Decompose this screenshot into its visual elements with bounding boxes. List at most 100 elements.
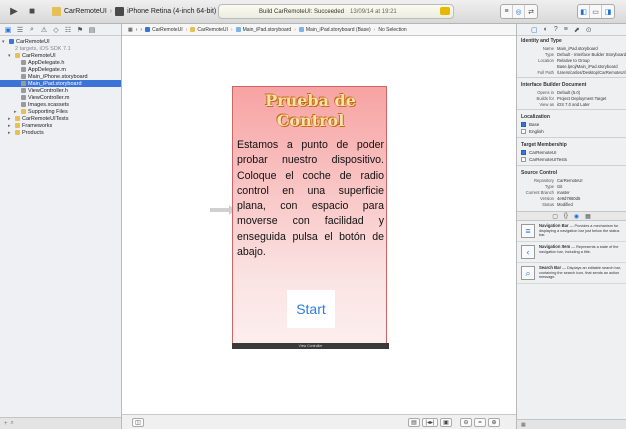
- library-item[interactable]: ‹ Navigation Item — Represents a state of…: [517, 242, 626, 263]
- log-navigator-tab[interactable]: ▤: [88, 26, 96, 34]
- forward-icon[interactable]: ›: [140, 27, 142, 33]
- library-item[interactable]: ⌕ Search Bar — Displays an editable searc…: [517, 263, 626, 284]
- storyboard-canvas[interactable]: Prueba de Control Estamos a punto de pod…: [122, 36, 516, 414]
- disclosure-triangle-icon[interactable]: ▾: [8, 53, 13, 59]
- standard-editor-button[interactable]: ≡: [501, 5, 513, 18]
- tree-item[interactable]: Main_iPhone.storyboard: [0, 73, 121, 80]
- object-library-tab[interactable]: ◉: [574, 213, 579, 220]
- filter-icon[interactable]: ⌕: [11, 420, 14, 427]
- media-library-tab[interactable]: ▦: [585, 213, 591, 220]
- disclosure-triangle-icon[interactable]: ▸: [8, 130, 13, 136]
- property-value[interactable]: Git: [557, 184, 626, 189]
- checkbox[interactable]: [521, 129, 526, 134]
- property-value[interactable]: Base.lproj/Main_iPad.storyboard: [557, 64, 626, 69]
- property-value[interactable]: Project Deployment Target: [557, 96, 626, 101]
- property-value[interactable]: Modified: [557, 202, 626, 207]
- checkbox[interactable]: [521, 157, 526, 162]
- property-value[interactable]: iOS 7.0 and Later: [557, 102, 626, 107]
- zoom-fit-button[interactable]: =: [474, 418, 486, 427]
- checkbox-row[interactable]: CarRemoteUI: [517, 149, 626, 156]
- code-snippet-library-tab[interactable]: {}: [564, 213, 568, 219]
- property-value[interactable]: Default - Interface Builder Storyboard: [557, 52, 626, 57]
- scene-title-label[interactable]: Prueba de Control: [233, 91, 388, 131]
- breadcrumb-item[interactable]: Main_iPad.storyboard (Base): [298, 27, 371, 33]
- zoom-out-button[interactable]: ⊖: [460, 418, 472, 427]
- property-value[interactable]: /Users/carlos/Desktop/CarRemoteUI/CarRem…: [557, 70, 626, 75]
- document-outline-toggle[interactable]: ◫: [132, 418, 144, 427]
- back-icon[interactable]: ‹: [136, 27, 138, 33]
- stop-icon[interactable]: ■: [26, 5, 38, 18]
- property-value[interactable]: CarRemoteUI: [557, 178, 626, 183]
- checkbox-row[interactable]: Base: [517, 121, 626, 128]
- related-items-icon[interactable]: ▦: [128, 27, 133, 33]
- property-value[interactable]: Relative to Group: [557, 58, 626, 63]
- connections-inspector-tab[interactable]: ⊙: [586, 26, 592, 34]
- scene-dock[interactable]: View Controller: [232, 343, 389, 349]
- debug-navigator-tab[interactable]: ☷: [64, 26, 72, 34]
- identity-inspector-tab[interactable]: ?: [554, 26, 558, 33]
- tree-item[interactable]: ViewController.h: [0, 87, 121, 94]
- toggle-navigator-button[interactable]: ◧: [578, 5, 590, 18]
- tree-item[interactable]: ▾ CarRemoteUI: [0, 38, 121, 45]
- warning-icon[interactable]: [440, 7, 450, 15]
- breadcrumb-item[interactable]: CarRemoteUI: [190, 27, 228, 33]
- resolve-layout-button[interactable]: |◂▸|: [422, 418, 438, 427]
- tree-item[interactable]: Images.xcassets: [0, 101, 121, 108]
- checkbox-row[interactable]: English: [517, 128, 626, 135]
- tree-item-label: Frameworks: [22, 122, 53, 129]
- version-editor-button[interactable]: ⇄: [525, 5, 537, 18]
- pin-button[interactable]: ▣: [440, 418, 452, 427]
- run-icon[interactable]: ▶: [8, 5, 20, 18]
- tree-item[interactable]: ▸ Frameworks: [0, 122, 121, 129]
- test-navigator-tab[interactable]: ◇: [52, 26, 60, 34]
- view-controller-scene[interactable]: Prueba de Control Estamos a punto de pod…: [232, 86, 389, 349]
- library-filter-bar: ▦: [517, 419, 626, 429]
- checkbox-row[interactable]: CarRemoteUITests: [517, 156, 626, 163]
- tree-item[interactable]: ▸ Products: [0, 129, 121, 136]
- tree-item[interactable]: AppDelegate.m: [0, 66, 121, 73]
- tree-item[interactable]: Main_iPad.storyboard: [0, 80, 121, 87]
- library-item[interactable]: ≡ Navigation Bar — Provides a mechanism f…: [517, 221, 626, 242]
- library-item-icon: ⌕: [521, 266, 535, 280]
- tree-item[interactable]: ▾ CarRemoteUI: [0, 52, 121, 59]
- size-inspector-tab[interactable]: ⬈: [574, 26, 580, 34]
- disclosure-triangle-icon[interactable]: ▸: [14, 109, 19, 115]
- breadcrumb-item[interactable]: No Selection: [378, 27, 406, 33]
- tree-item[interactable]: AppDelegate.h: [0, 59, 121, 66]
- assistant-editor-button[interactable]: ◎: [513, 5, 525, 18]
- entry-point-arrow[interactable]: [210, 205, 235, 215]
- tree-item[interactable]: 2 targets, iOS SDK 7.1: [0, 45, 121, 52]
- quick-help-tab[interactable]: ◐: [544, 26, 548, 33]
- scene-body-label[interactable]: Estamos a punto de poder probar nuestro …: [237, 138, 384, 260]
- toggle-debug-button[interactable]: ▭: [590, 5, 602, 18]
- project-navigator-tab[interactable]: ▣: [4, 26, 12, 34]
- property-value[interactable]: Main_iPad.storyboard: [557, 46, 626, 51]
- tree-item[interactable]: ▸ Supporting Files: [0, 108, 121, 115]
- symbol-navigator-tab[interactable]: ☰: [16, 26, 24, 34]
- tree-item[interactable]: ViewController.m: [0, 94, 121, 101]
- file-template-library-tab[interactable]: ▢: [552, 213, 558, 220]
- property-value[interactable]: Default (5.0): [557, 90, 626, 95]
- issue-navigator-tab[interactable]: ⚠: [40, 26, 48, 34]
- tree-item[interactable]: ▸ CarRemoteUITests: [0, 115, 121, 122]
- zoom-in-button[interactable]: ⊕: [488, 418, 500, 427]
- scheme-selector[interactable]: CarRemoteUI › iPhone Retina (4-inch 64-b…: [52, 5, 216, 18]
- toggle-utilities-button[interactable]: ◨: [602, 5, 614, 18]
- start-button[interactable]: Start: [287, 290, 335, 328]
- disclosure-triangle-icon[interactable]: ▾: [2, 39, 7, 45]
- breakpoint-navigator-tab[interactable]: ⚑: [76, 26, 84, 34]
- file-inspector-tab[interactable]: ▢: [531, 26, 538, 34]
- find-navigator-tab[interactable]: ⌕: [28, 26, 36, 34]
- disclosure-triangle-icon[interactable]: ▸: [8, 123, 13, 129]
- property-value[interactable]: master: [557, 190, 626, 195]
- checkbox[interactable]: [521, 150, 526, 155]
- property-value[interactable]: 4e9d7860d5: [557, 196, 626, 201]
- disclosure-triangle-icon[interactable]: ▸: [8, 116, 13, 122]
- form-factor-button[interactable]: ▤: [408, 418, 420, 427]
- breadcrumb-item[interactable]: CarRemoteUI: [145, 27, 183, 33]
- checkbox[interactable]: [521, 122, 526, 127]
- attributes-inspector-tab[interactable]: ≡: [564, 26, 568, 33]
- breadcrumb-item[interactable]: Main_iPad.storyboard: [235, 27, 291, 33]
- add-icon[interactable]: +: [4, 421, 8, 427]
- grid-view-icon[interactable]: ▦: [521, 422, 526, 428]
